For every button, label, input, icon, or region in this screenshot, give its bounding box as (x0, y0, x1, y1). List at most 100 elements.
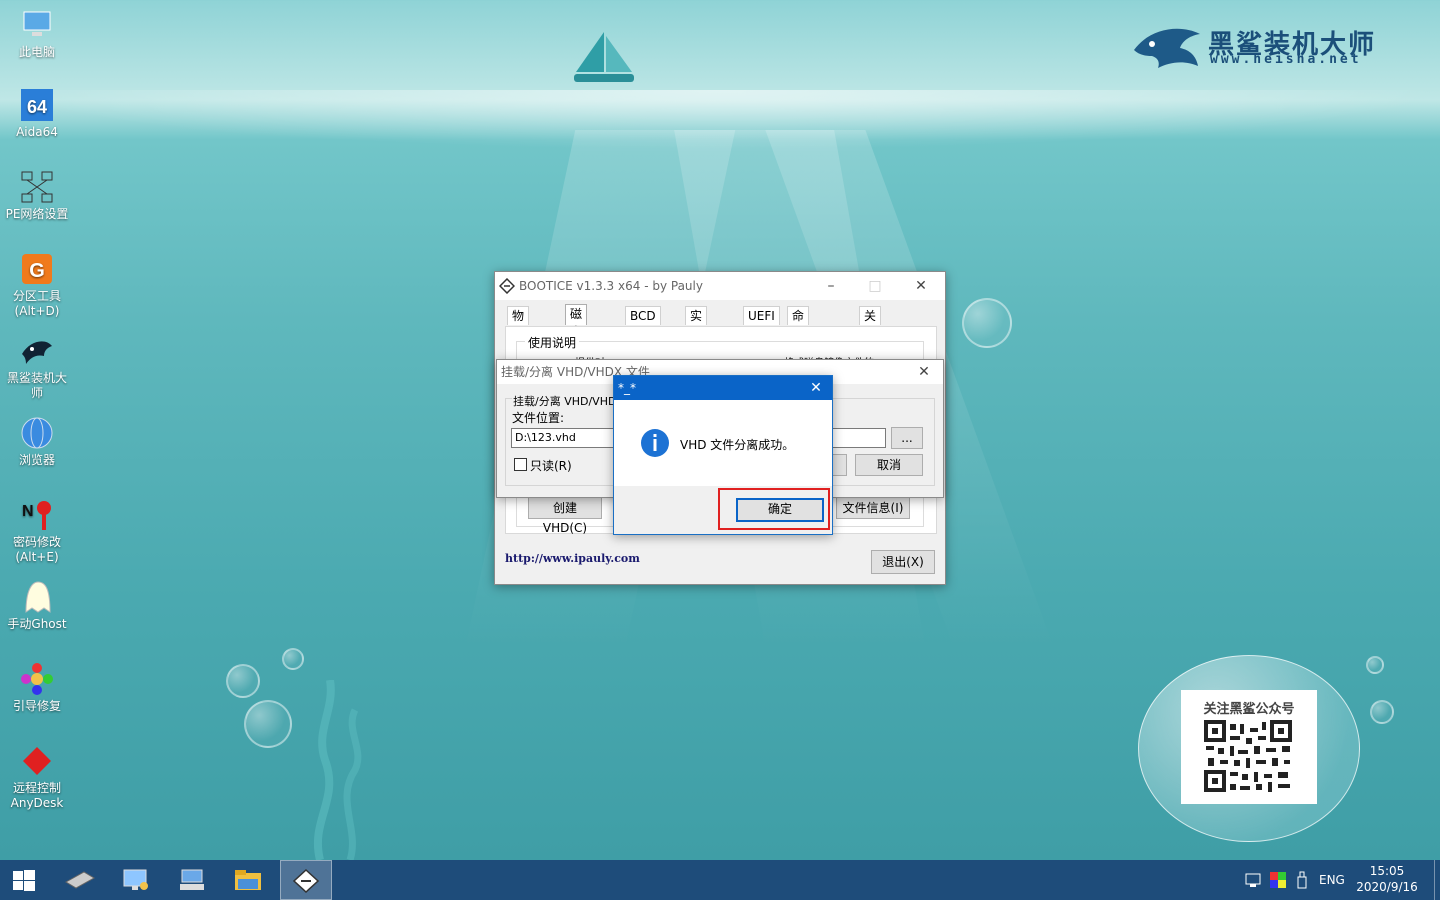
desktop-icon-label: 引导修复 (12, 699, 61, 713)
clock-date: 2020/9/16 (1356, 880, 1418, 894)
message-box-title: *_* (618, 381, 636, 395)
bubble-decoration (1370, 700, 1394, 724)
taskbar-bootice[interactable] (280, 860, 332, 900)
message-body: VHD 文件分离成功。 (614, 400, 832, 486)
message-box: *_* ✕ VHD 文件分离成功。 确定 (613, 375, 833, 535)
anydesk-icon (20, 744, 54, 778)
browse-button[interactable]: ... (891, 427, 923, 449)
clock-time: 15:05 (1369, 864, 1405, 878)
desktop-icon-label: 分区工具 (Alt+D) (12, 289, 61, 318)
partition-tool-icon: G (20, 252, 54, 286)
monitor-settings-icon (123, 869, 148, 890)
seaweed-decoration (314, 680, 362, 860)
create-vhd-button[interactable]: 创建 VHD(C) (528, 497, 602, 535)
cancel-button[interactable]: 取消 (855, 454, 923, 476)
svg-text:G: G (29, 260, 45, 282)
desktop-icon-boot-repair[interactable]: 引导修复 (4, 662, 70, 714)
desktop-icon-label: 密码修改 (Alt+E) (12, 535, 61, 564)
desktop-icon-heisha-shark[interactable]: 黑鲨装机大 师 (4, 334, 70, 401)
desktop-icon-aida64[interactable]: 64 Aida64 (4, 88, 70, 140)
maximize-button[interactable]: □ (853, 272, 897, 300)
bubble-decoration (244, 700, 292, 748)
tab-disk-image[interactable]: 磁盘镜像 (565, 304, 588, 375)
folder-icon (235, 870, 261, 890)
info-icon (641, 429, 669, 457)
tab-cmdline[interactable]: 命令行参数 (787, 306, 810, 395)
svg-text:64: 64 (27, 97, 47, 117)
desktop-icon-label: 手动Ghost (7, 617, 67, 631)
shark-logo-icon (1134, 28, 1200, 68)
close-button[interactable]: ✕ (899, 272, 943, 300)
show-desktop-button[interactable] (1434, 860, 1440, 900)
desktop-icon-browser-globe[interactable]: 浏览器 (4, 416, 70, 468)
readonly-label: 只读(R) (530, 459, 572, 473)
taskbar-disk-tool[interactable] (56, 860, 104, 900)
desktop-icon-label: 黑鲨装机大 师 (6, 371, 67, 400)
tab-uefi[interactable]: UEFI (743, 306, 780, 325)
desktop-icon-label: Aida64 (16, 125, 58, 139)
taskbar-explorer[interactable] (224, 860, 272, 900)
network-status-icon[interactable] (1245, 872, 1263, 888)
mount-section-label: 挂载/分离 VHD/VHDX (512, 393, 625, 409)
file-info-button[interactable]: 文件信息(I) (836, 497, 910, 519)
message-text: VHD 文件分离成功。 (680, 438, 795, 452)
message-box-close-button[interactable]: ✕ (800, 376, 832, 400)
heisha-shark-icon (20, 334, 54, 368)
message-box-titlebar[interactable]: *_* ✕ (614, 376, 832, 400)
usage-group-label: 使用说明 (525, 334, 580, 351)
desktop-icon-label: PE网络设置 (5, 207, 69, 221)
language-indicator[interactable]: ENG (1319, 860, 1345, 900)
sailboat-decoration (574, 32, 634, 82)
desktop-icon-label: 远程控制 AnyDesk (10, 781, 64, 810)
desktop-icon-password-key[interactable]: N 密码修改 (Alt+E) (4, 498, 70, 565)
bootice-titlebar[interactable]: BOOTICE v1.3.3 x64 - by Pauly – □ ✕ (495, 272, 945, 300)
network-icon (20, 170, 54, 204)
tab-physical-disk[interactable]: 物理磁盘 (507, 306, 530, 377)
tab-bcd-edit[interactable]: BCD 编辑 (625, 306, 661, 341)
desktop-icon-computer[interactable]: 此电脑 (4, 8, 70, 60)
desktop-icon-anydesk[interactable]: 远程控制 AnyDesk (4, 744, 70, 811)
bubble-decoration (282, 648, 304, 670)
tab-about[interactable]: 关于 (859, 306, 882, 341)
exit-button[interactable]: 退出(X) (871, 550, 935, 574)
bubble-decoration (226, 664, 260, 698)
desktop-icon-label: 此电脑 (18, 45, 55, 59)
taskbar: ENG 15:05 2020/9/16 (0, 860, 1440, 900)
qr-title: 关注黑鲨公众号 (1203, 702, 1295, 717)
qr-code-icon (1204, 720, 1292, 792)
windows-logo-icon (13, 870, 35, 891)
bubble-decoration (962, 298, 1012, 348)
taskbar-network[interactable] (112, 860, 160, 900)
aida64-icon: 64 (20, 88, 54, 122)
minimize-button[interactable]: – (809, 272, 853, 300)
svg-text:N: N (22, 503, 34, 520)
file-location-label: 文件位置: (512, 411, 565, 425)
browser-globe-icon (20, 416, 54, 450)
bootice-app-icon (499, 278, 515, 294)
readonly-checkbox[interactable] (514, 458, 527, 471)
usb-eject-icon[interactable] (1296, 871, 1308, 889)
bootice-taskbar-icon (293, 869, 319, 893)
bootice-title: BOOTICE v1.3.3 x64 - by Pauly (519, 279, 703, 293)
ghost-icon (20, 580, 54, 614)
disk-drive-icon (65, 871, 95, 889)
password-key-icon: N (20, 498, 54, 532)
mount-dialog-close-button[interactable]: ✕ (907, 360, 941, 384)
desktop-icon-ghost[interactable]: 手动Ghost (4, 580, 70, 632)
taskbar-remote[interactable] (168, 860, 216, 900)
clock[interactable]: 15:05 2020/9/16 (1352, 863, 1422, 895)
heisha-logo: 黑鲨装机大师 www.heisha.net (1130, 20, 1400, 75)
bubble-decoration (1366, 656, 1384, 674)
start-button[interactable] (0, 860, 48, 900)
color-display-icon[interactable] (1270, 872, 1286, 888)
tab-utilities[interactable]: 实用工具 (685, 306, 708, 377)
keyboard-monitor-icon (180, 869, 204, 890)
pauly-link[interactable]: http://www.ipauly.com (505, 552, 640, 565)
computer-icon (20, 8, 54, 42)
desktop-icon-network[interactable]: PE网络设置 (4, 170, 70, 222)
qr-card: 关注黑鲨公众号 (1181, 690, 1317, 804)
desktop-icon-label: 浏览器 (18, 453, 55, 467)
desktop-icon-partition-tool[interactable]: G 分区工具 (Alt+D) (4, 252, 70, 319)
ok-button[interactable]: 确定 (736, 498, 824, 522)
logo-url: www.heisha.net (1210, 52, 1362, 67)
